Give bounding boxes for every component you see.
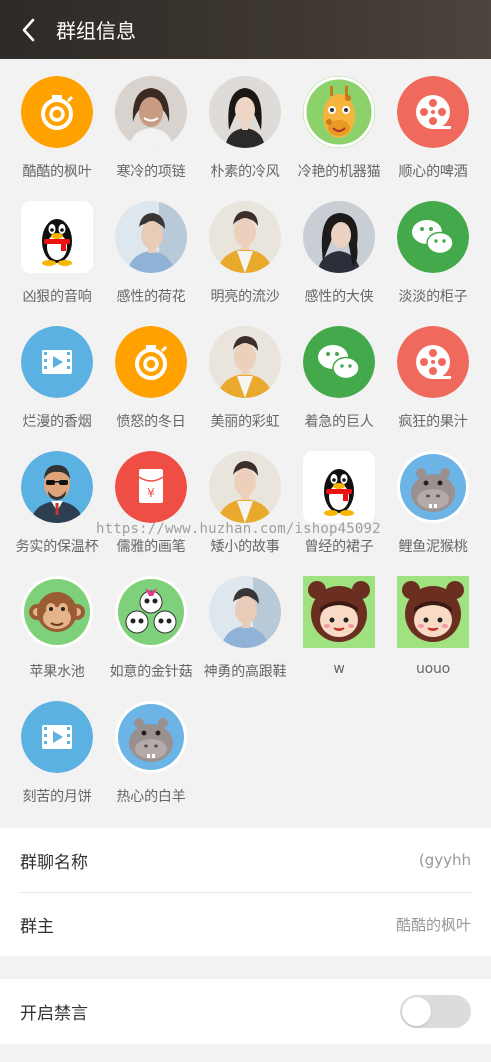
chevron-left-icon [22,18,35,41]
member-name: 着急的巨人 [304,414,374,430]
member-grid: 酷酷的枫叶 寒冷的项链 朴素的冷风 冷艳的机器猫 顺心的啤酒凶狠的音响 感性的荷花 明亮的流… [0,59,491,826]
member-name: 苹果水池 [29,664,85,680]
member-item[interactable]: 感性的大侠 [292,201,386,326]
toggle-knob [402,996,431,1026]
member-name: 冷艳的机器猫 [297,164,381,180]
qq-penguin-icon [303,451,375,523]
bear-girl-icon [397,576,469,648]
member-name: 曾经的裙子 [304,539,374,555]
member-avatar [115,201,187,273]
member-name: uouo [415,661,451,677]
hippo-icon [397,451,469,523]
bear-girl-icon [303,576,375,648]
wechat-icon [303,326,375,398]
member-name: 烂漫的香烟 [22,414,92,430]
member-item[interactable]: 神勇的高跟鞋 [198,576,292,701]
member-name: 明亮的流沙 [210,289,280,305]
member-item[interactable]: 朴素的冷风 [198,76,292,201]
group-name-row[interactable]: 群聊名称 (gyyhh [0,828,491,892]
member-avatar [209,576,281,648]
member-name: 神勇的高跟鞋 [203,664,287,680]
group-settings-section: 群聊名称 (gyyhh 群主 酷酷的枫叶 [0,828,491,956]
member-item[interactable]: 苹果水池 [10,576,104,701]
member-item[interactable]: ¥ 儒雅的画笔 [104,451,198,576]
group-name-value: (gyyhh [418,851,471,869]
group-name-label: 群聊名称 [20,852,88,873]
video-icon [21,701,93,773]
member-name: 感性的大侠 [304,289,374,305]
group-owner-label: 群主 [20,917,54,937]
member-item[interactable]: 顺心的啤酒 [386,76,480,201]
member-avatar [209,76,281,148]
member-item[interactable]: 凶狠的音响 [10,201,104,326]
member-avatar [115,76,187,148]
qq-penguin-icon [21,201,93,273]
mute-section: 开启禁言 [0,979,491,1044]
member-item[interactable]: 烂漫的香烟 [10,326,104,451]
member-name: 酷酷的枫叶 [22,164,92,180]
mute-toggle[interactable] [400,994,471,1028]
mute-row: 开启禁言 [0,979,491,1043]
page-title: 群组信息 [56,19,136,43]
member-item[interactable]: 如意的金针菇 [104,576,198,701]
member-item[interactable]: 冷艳的机器猫 [292,76,386,201]
member-item[interactable]: 刻苦的月饼 [10,701,104,826]
group-owner-row[interactable]: 群主 酷酷的枫叶 [20,892,471,956]
wechat-icon [397,201,469,273]
hippo-icon [115,701,187,773]
member-avatar [209,326,281,398]
member-name: 淡淡的柜子 [398,289,468,305]
back-button[interactable] [0,0,56,59]
member-avatar [303,201,375,273]
member-item[interactable]: 明亮的流沙 [198,201,292,326]
svg-text:¥: ¥ [147,486,155,500]
giraffe-icon [303,76,375,148]
member-name: 顺心的啤酒 [398,164,468,180]
member-name: 朴素的冷风 [210,164,280,180]
film-reel-icon [397,76,469,148]
member-name: 鲤鱼泥猴桃 [398,539,468,555]
member-name: 疯狂的果汁 [398,414,468,430]
member-name: 热心的白羊 [116,789,186,805]
member-item[interactable]: 矮小的故事 [198,451,292,576]
mute-label: 开启禁言 [20,1003,88,1024]
member-item[interactable]: 曾经的裙子 [292,451,386,576]
member-name: 儒雅的画笔 [116,539,186,555]
member-item[interactable]: uouo [386,576,480,701]
man-sunglasses-icon [21,451,93,523]
member-name: 刻苦的月饼 [22,789,92,805]
member-name: 愤怒的冬日 [116,414,186,430]
member-item[interactable]: 酷酷的枫叶 [10,76,104,201]
member-item[interactable]: 愤怒的冬日 [104,326,198,451]
member-name: 寒冷的项链 [116,164,186,180]
member-name: 务实的保温杯 [15,539,99,555]
camera-shutter-icon [21,76,93,148]
group-owner-value: 酷酷的枫叶 [395,916,471,934]
member-item[interactable]: 感性的荷花 [104,201,198,326]
film-reel-icon [397,326,469,398]
member-item[interactable]: 疯狂的果汁 [386,326,480,451]
member-item[interactable]: 热心的白羊 [104,701,198,826]
video-icon [21,326,93,398]
member-name: 矮小的故事 [210,539,280,555]
panda-icon [115,576,187,648]
member-name: 如意的金针菇 [109,664,193,680]
member-item[interactable]: 务实的保温杯 [10,451,104,576]
member-item[interactable]: 着急的巨人 [292,326,386,451]
member-name: 美丽的彩虹 [210,414,280,430]
member-name: 感性的荷花 [116,289,186,305]
member-item[interactable]: 淡淡的柜子 [386,201,480,326]
member-avatar [209,201,281,273]
member-item[interactable]: w [292,576,386,701]
member-item[interactable]: 鲤鱼泥猴桃 [386,451,480,576]
member-name: 凶狠的音响 [22,289,92,305]
camera-shutter-icon [115,326,187,398]
member-name: w [333,661,345,677]
member-avatar [209,451,281,523]
red-envelope-icon: ¥ [115,451,187,523]
header-bar: 群组信息 [0,0,491,59]
member-item[interactable]: 美丽的彩虹 [198,326,292,451]
monkey-icon [21,576,93,648]
member-item[interactable]: 寒冷的项链 [104,76,198,201]
